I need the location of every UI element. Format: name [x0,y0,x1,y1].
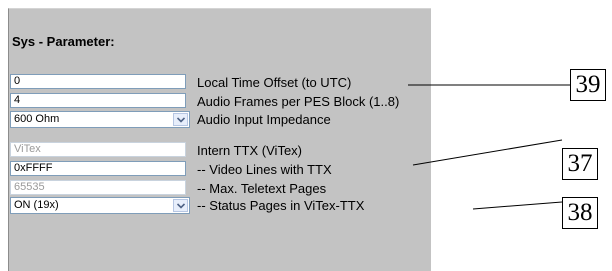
callout-box-37: 37 [562,148,598,180]
callout-lines [408,84,570,210]
callout-line-38 [472,201,563,210]
callout-box-38: 38 [562,197,598,229]
callout-line-37 [412,139,563,166]
callout-box-39: 39 [570,69,606,101]
